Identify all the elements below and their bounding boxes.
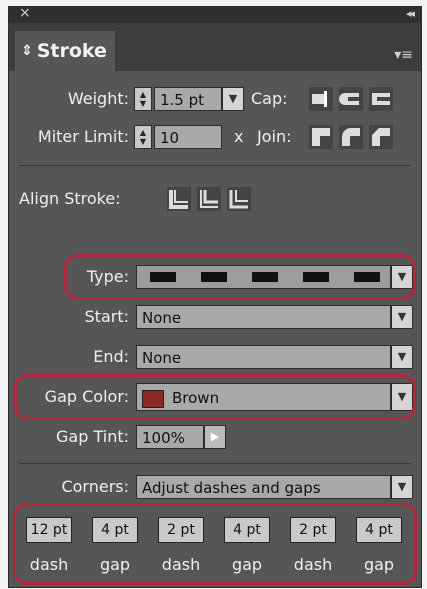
corners-dropdown-button[interactable]: ▼: [391, 475, 413, 499]
gap-tint-label: Gap Tint:: [56, 427, 129, 446]
projecting-cap-icon[interactable]: [369, 87, 393, 111]
end-dropdown-button[interactable]: ▼: [391, 345, 413, 369]
align-inside-icon[interactable]: [197, 187, 221, 211]
tab-bar: ⇕ Stroke ▾≡: [9, 23, 421, 71]
align-stroke-label: Align Stroke:: [19, 189, 121, 208]
cap-label: Cap:: [251, 89, 288, 108]
weight-dropdown-button[interactable]: ▼: [222, 87, 244, 111]
round-join-icon[interactable]: [339, 125, 363, 149]
panel-menu-icon[interactable]: ▾≡: [394, 47, 413, 63]
close-icon[interactable]: ×: [19, 5, 31, 21]
end-label: End:: [93, 347, 129, 366]
dash-gap-highlight: [13, 503, 417, 585]
align-outside-icon[interactable]: [227, 187, 251, 211]
tab-stroke[interactable]: ⇕ Stroke: [15, 31, 115, 71]
miter-unit: x: [234, 127, 244, 146]
start-label: Start:: [84, 307, 129, 326]
round-cap-icon[interactable]: [339, 87, 363, 111]
corners-label: Corners:: [61, 477, 129, 496]
tab-expand-icon[interactable]: ⇕: [21, 43, 33, 59]
panel-title-bar: × ◂◂: [9, 5, 421, 23]
miter-join-icon[interactable]: [309, 125, 333, 149]
bevel-join-icon[interactable]: [369, 125, 393, 149]
start-dropdown-button[interactable]: ▼: [391, 305, 413, 329]
type-highlight: [64, 254, 416, 300]
separator: [19, 165, 411, 166]
gap-color-highlight: [14, 374, 416, 420]
gap-tint-slider-button[interactable]: ▶: [204, 425, 226, 449]
gap-tint-input[interactable]: 100%: [136, 425, 204, 449]
end-dropdown[interactable]: None: [136, 345, 391, 369]
join-label: Join:: [257, 127, 292, 146]
miter-stepper[interactable]: ▲ ▼: [134, 125, 152, 149]
butt-cap-icon[interactable]: [309, 87, 333, 111]
tab-stroke-label: Stroke: [36, 40, 107, 62]
separator: [19, 463, 411, 464]
stroke-panel: × ◂◂ ⇕ Stroke ▾≡ Weight: ▲ ▼ 1.5 pt ▼ Cap…: [8, 5, 422, 588]
weight-stepper[interactable]: ▲ ▼: [134, 87, 152, 111]
collapse-icon[interactable]: ◂◂: [406, 7, 415, 20]
miter-limit-input[interactable]: 10: [154, 125, 222, 149]
corners-dropdown[interactable]: Adjust dashes and gaps: [136, 475, 391, 499]
weight-label: Weight:: [67, 89, 129, 108]
start-dropdown[interactable]: None: [136, 305, 391, 329]
align-center-icon[interactable]: [167, 187, 191, 211]
weight-input[interactable]: 1.5 pt: [154, 87, 222, 111]
miter-limit-label: Miter Limit:: [37, 127, 129, 146]
